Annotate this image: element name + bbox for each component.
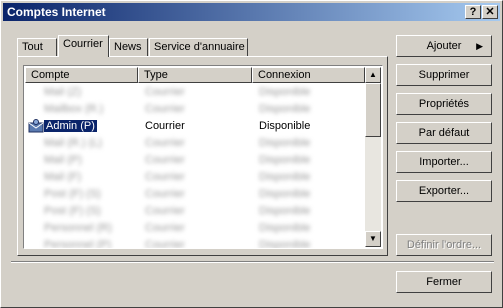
account-name: Mail (Z) [44,86,82,98]
account-connection: Disponible [259,222,311,234]
account-name: Personnel (P) [44,239,112,249]
account-connection: Disponible [259,86,311,98]
account-name: Mailbox (R.) [44,103,104,115]
account-name: Mail (R.) (L) [44,137,103,149]
tab-courrier[interactable]: Courrier [58,35,109,57]
remove-button[interactable]: Supprimer [396,64,492,86]
account-type: Courrier [145,239,185,249]
scroll-down-button[interactable]: ▼ [365,231,381,247]
help-button[interactable]: ? [465,5,481,19]
add-button-label: Ajouter [426,40,462,52]
window-title: Comptes Internet [7,5,106,19]
account-type: Courrier [145,103,185,115]
account-connection: Disponible [259,120,311,132]
account-connection: Disponible [259,103,311,115]
properties-button[interactable]: Propriétés [396,93,492,115]
account-connection: Disponible [259,137,311,149]
accounts-dialog: Comptes Internet ? ✕ Tout Courrier News … [0,0,503,308]
account-type: Courrier [145,222,185,234]
account-type: Courrier [145,171,185,183]
account-type: Courrier [145,154,185,166]
account-connection: Disponible [259,188,311,200]
account-name: Mail (F) [44,171,82,183]
column-header-connexion[interactable]: Connexion [252,67,365,83]
import-button[interactable]: Importer... [396,151,492,173]
account-type: Courrier [145,137,185,149]
set-default-button[interactable]: Par défaut [396,122,492,144]
accounts-list[interactable]: Compte Type Connexion Mail (Z) Courrier … [23,65,383,249]
close-window-button[interactable]: ✕ [482,5,498,19]
account-connection: Disponible [259,239,311,249]
account-name: Personnel (R) [44,222,112,234]
mail-account-icon [28,119,44,136]
account-name: Mail (P) [44,154,82,166]
scroll-up-button[interactable]: ▲ [365,67,381,83]
account-type: Courrier [145,86,185,98]
column-header-compte[interactable]: Compte [25,67,138,83]
account-connection: Disponible [259,205,311,217]
tab-tout[interactable]: Tout [17,38,57,56]
account-type: Courrier [145,120,185,132]
chevron-right-icon: ▶ [476,41,483,51]
account-connection: Disponible [259,154,311,166]
tab-service-annuaire[interactable]: Service d'annuaire [149,38,248,56]
account-name: Post (F) (S) [44,188,101,200]
account-name: Post (F) (S) [44,205,101,217]
account-type: Courrier [145,205,185,217]
tab-news[interactable]: News [109,38,148,56]
set-order-button[interactable]: Définir l'ordre... [396,234,492,256]
close-button[interactable]: Fermer [396,271,492,293]
title-bar[interactable]: Comptes Internet ? ✕ [3,3,500,21]
scroll-thumb[interactable] [365,83,381,137]
list-scrollbar[interactable]: ▲ ▼ [365,67,381,247]
account-type: Courrier [145,188,185,200]
export-button[interactable]: Exporter... [396,180,492,202]
add-button[interactable]: Ajouter ▶ [396,35,492,57]
account-name: Admin (P) [44,120,97,132]
account-connection: Disponible [259,171,311,183]
separator [11,261,494,263]
column-header-type[interactable]: Type [138,67,252,83]
